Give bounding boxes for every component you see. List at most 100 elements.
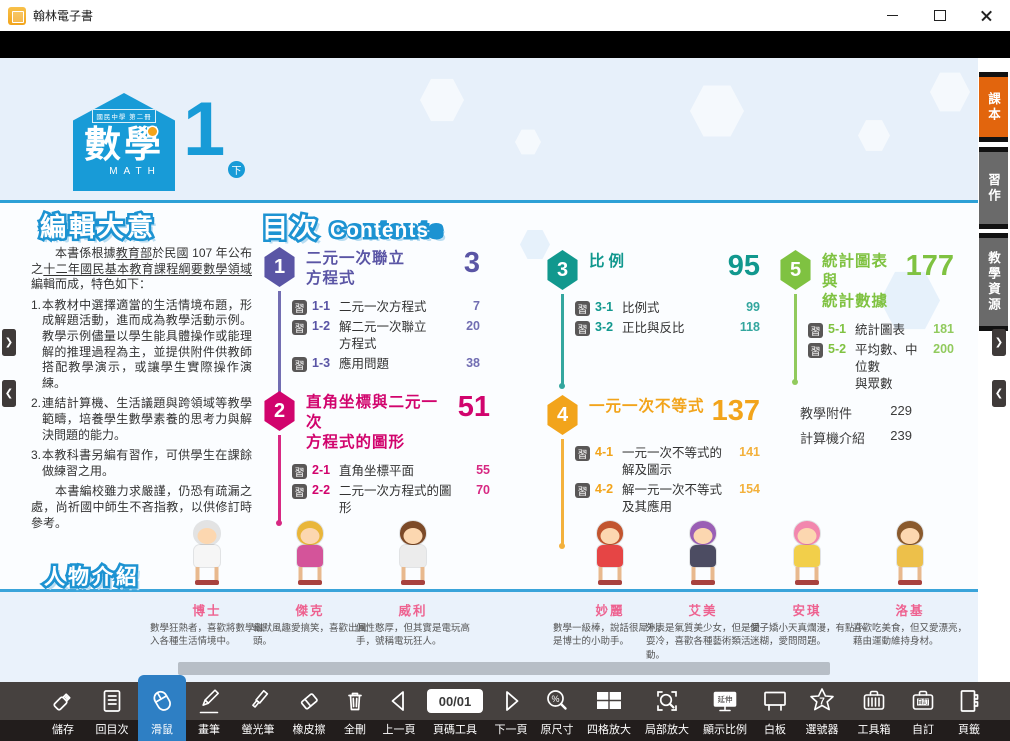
toc-section[interactable]: 習 5-1 統計圖表 181: [808, 322, 954, 339]
toc-section[interactable]: 習 2-2 二元一次方程式的圖形 70: [292, 483, 490, 517]
chapter-page: 51: [458, 392, 490, 424]
chapter-number-badge: 2: [262, 391, 297, 431]
appendix-item[interactable]: 計算機介紹 239: [800, 428, 912, 447]
section-title: 直角坐標平面: [339, 463, 460, 480]
region-zoom-icon: [652, 682, 682, 720]
left-back-button[interactable]: ❮: [2, 380, 16, 407]
section-page: 154: [730, 482, 760, 496]
tool-original-size[interactable]: % 原尺寸: [534, 682, 580, 741]
tab-label: 習作: [984, 173, 1003, 204]
minimize-button[interactable]: [869, 0, 916, 31]
section-title: 二元一次方程式: [339, 299, 450, 316]
chapter-page: 137: [712, 396, 760, 428]
appendix-list: 教學附件 229 計算機介紹 239: [800, 403, 912, 453]
chapter-heading[interactable]: 1 二元一次聯立 方程式 3: [262, 247, 480, 289]
toc-chapter-4: 4 一元一次不等式 137 習 4-1 一元一次不等式的 解及圖示 141 習 …: [545, 395, 760, 519]
figure-shoes: [795, 580, 819, 585]
section-number: 1-1: [312, 299, 339, 313]
trash-icon: [340, 682, 370, 720]
tool-number-picker[interactable]: 7 選號器: [796, 682, 848, 741]
app-title: 翰林電子書: [33, 7, 93, 24]
toc-section[interactable]: 習 1-1 二元一次方程式 7: [292, 299, 480, 316]
tool-previous-page[interactable]: 上一頁: [376, 682, 422, 741]
character-figure: [681, 521, 725, 587]
chapter-heading[interactable]: 2 直角坐標與二元一次 方程式的圖形 51: [262, 391, 490, 453]
page-number-value[interactable]: 00/01: [427, 689, 483, 713]
tool-label: 橡皮擦: [293, 720, 326, 741]
section-title: 正比與反比: [622, 320, 730, 337]
tool-page-number[interactable]: 00/01 頁碼工具: [422, 682, 488, 741]
section-number: 4-2: [595, 482, 622, 496]
figure-body: [690, 545, 716, 567]
tool-label: 回目次: [96, 720, 129, 741]
display-scale-icon: 延伸: [710, 682, 740, 720]
character-card: 安琪 個子嬌小天真爛漫，有點小迷糊，愛問問題。: [747, 521, 867, 649]
right-back-button[interactable]: ❮: [992, 380, 1006, 407]
close-button[interactable]: [963, 0, 1010, 31]
toc-section[interactable]: 習 4-2 解一元一次不等式 及其應用 154: [575, 482, 760, 516]
section-page: 141: [730, 445, 760, 459]
toc-section[interactable]: 習 4-1 一元一次不等式的 解及圖示 141: [575, 445, 760, 479]
tool-label: 畫筆: [198, 720, 220, 741]
chapter-title: 統計圖表與 統計數據: [822, 252, 902, 312]
figure-legs: [899, 567, 922, 580]
section-number: 4-1: [595, 445, 622, 459]
tool-highlighter[interactable]: 螢光筆: [232, 682, 284, 741]
figure-shoes: [691, 580, 715, 585]
right-forward-button[interactable]: ❯: [992, 329, 1006, 356]
tool-pen[interactable]: 畫筆: [186, 682, 232, 741]
tool-custom[interactable]: 自訂 自訂: [900, 682, 946, 741]
chapter-heading[interactable]: 5 統計圖表與 統計數據 177: [778, 250, 954, 312]
left-forward-button[interactable]: ❯: [2, 329, 16, 356]
figure-body: [597, 545, 623, 567]
tool-back-to-toc[interactable]: 回目次: [86, 682, 138, 741]
chapter-heading[interactable]: 4 一元一次不等式 137: [545, 395, 760, 435]
workbook-badge: 習: [808, 343, 823, 358]
tool-label: 螢光筆: [242, 720, 275, 741]
horizontal-scrollbar[interactable]: [178, 662, 830, 675]
tool-mouse[interactable]: 滑鼠: [138, 682, 186, 741]
toc-section[interactable]: 習 2-1 直角坐標平面 55: [292, 463, 490, 480]
toc-section[interactable]: 習 1-3 應用問題 38: [292, 356, 480, 373]
tool-next-page[interactable]: 下一頁: [488, 682, 534, 741]
tab-teaching-resources[interactable]: 教學資源: [979, 233, 1008, 331]
whiteboard-icon: [760, 682, 790, 720]
tool-toolbox[interactable]: 工具箱: [848, 682, 900, 741]
toc-section[interactable]: 習 3-1 比例式 99: [575, 300, 760, 317]
section-title: 統計圖表: [855, 322, 924, 339]
workbook-badge: 習: [292, 464, 307, 479]
tool-region-zoom[interactable]: 局部放大: [638, 682, 696, 741]
tool-display-scale[interactable]: 延伸 顯示比例: [696, 682, 754, 741]
section-number: 1-3: [312, 356, 339, 370]
tab-label: 教學資源: [984, 251, 1003, 313]
section-number: 1-2: [312, 319, 339, 333]
maximize-button[interactable]: [916, 0, 963, 31]
chapter-line: [561, 294, 564, 384]
eraser-icon: [294, 682, 324, 720]
appendix-item[interactable]: 教學附件 229: [800, 403, 912, 422]
workbook-badge: 習: [292, 484, 307, 499]
chapter-page: 95: [728, 251, 760, 283]
section-page: 99: [730, 300, 760, 314]
character-card: 威利 個性憨厚，但其實是電玩高手，號稱電玩狂人。: [353, 521, 473, 649]
character-name: 威利: [353, 600, 473, 619]
toc-section[interactable]: 習 3-2 正比與反比 118: [575, 320, 760, 337]
section-page: 7: [450, 299, 480, 313]
character-description: 外表是氣質美少女，但是愛耍冷，喜歡各種藝術類活動。: [646, 622, 760, 662]
toc-section[interactable]: 習 1-2 解二元一次聯立 方程式 20: [292, 319, 480, 353]
toc-section[interactable]: 習 5-2 平均數、中位數 與眾數 200: [808, 342, 954, 393]
figure-legs: [299, 567, 322, 580]
tool-eraser[interactable]: 橡皮擦: [284, 682, 334, 741]
tab-workbook[interactable]: 習作: [979, 147, 1008, 229]
side-tab-strip: 課本 習作 教學資源: [978, 58, 1010, 682]
tool-four-grid-zoom[interactable]: 四格放大: [580, 682, 638, 741]
tool-page-tabs[interactable]: 頁籤: [946, 682, 992, 741]
tool-save[interactable]: 儲存: [40, 682, 86, 741]
chapter-heading[interactable]: 3 比例 95: [545, 250, 760, 290]
tab-textbook[interactable]: 課本: [979, 72, 1008, 142]
figure-face: [901, 528, 920, 544]
figure-shoes: [401, 580, 425, 585]
tool-delete-all[interactable]: 全刪: [334, 682, 376, 741]
tool-label: 原尺寸: [541, 720, 574, 741]
tool-whiteboard[interactable]: 白板: [754, 682, 796, 741]
